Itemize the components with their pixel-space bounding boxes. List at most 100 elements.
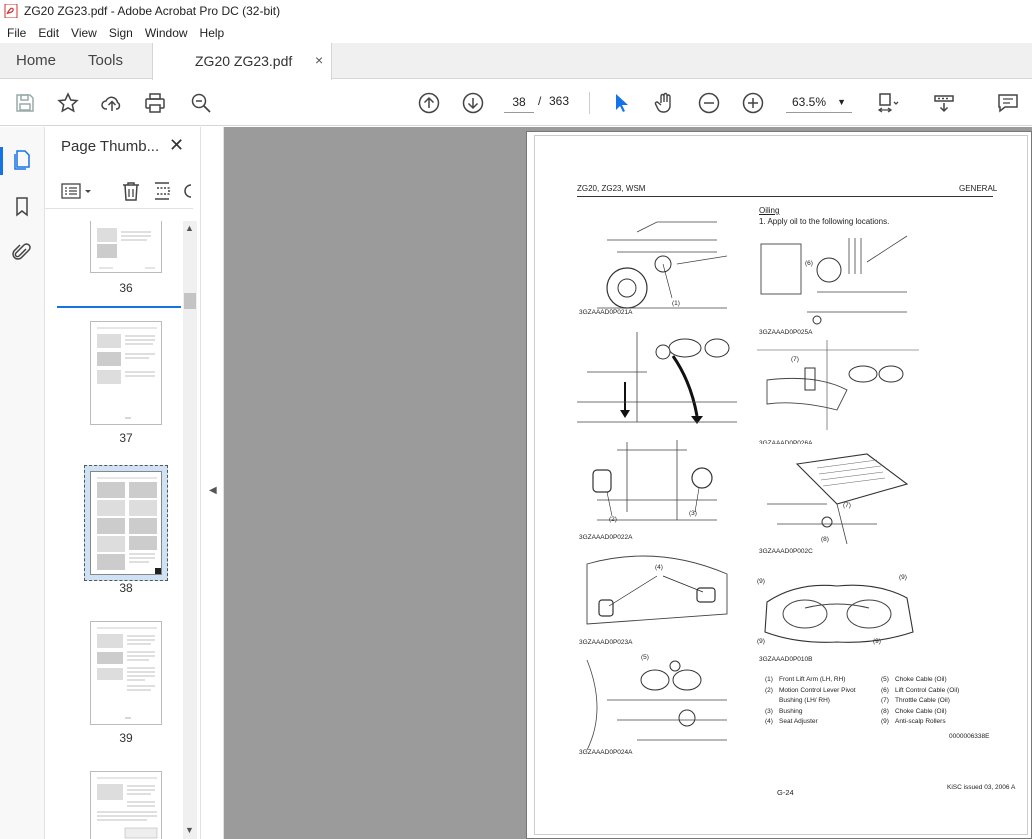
page-header-right: GENERAL (959, 184, 998, 193)
scroll-mode-icon[interactable] (932, 91, 956, 115)
acrobat-logo-icon (4, 4, 18, 18)
close-tab-icon[interactable]: × (315, 52, 323, 68)
issued-note: KiSC issued 03, 2006 A (947, 784, 1016, 791)
zoom-in-icon[interactable] (741, 91, 765, 115)
active-indicator (0, 147, 3, 175)
attachment-icon[interactable] (11, 241, 33, 263)
menu-edit[interactable]: Edit (31, 26, 64, 40)
comment-icon[interactable] (996, 91, 1020, 115)
collapse-arrow-icon[interactable]: ◀ (209, 485, 217, 496)
menu-view[interactable]: View (64, 26, 102, 40)
panel-title: Page Thumb... (61, 138, 160, 155)
thumbnail-image (90, 621, 162, 725)
pdf-page: ZG20, ZG23, WSM GENERAL Oiling 1. Apply … (526, 131, 1032, 839)
menu-sign[interactable]: Sign (102, 26, 138, 40)
figure-choke-cable: (5) (577, 650, 737, 754)
tab-home[interactable]: Home (16, 43, 56, 79)
menu-window[interactable]: Window (138, 26, 193, 40)
thumbnail-label-36: 36 (119, 281, 133, 295)
tab-tools[interactable]: Tools (88, 43, 123, 79)
thumbnail-image (90, 471, 162, 575)
menu-file[interactable]: File (0, 26, 31, 40)
print-icon[interactable] (143, 91, 167, 115)
cloud-upload-icon[interactable] (100, 91, 124, 115)
scroll-down-icon[interactable]: ▼ (185, 825, 194, 835)
delete-page-icon[interactable] (120, 180, 142, 202)
legend-left: (1) Front Lift Arm (LH, RH) (2) Motion Con… (765, 676, 856, 725)
callout: (9) (757, 638, 765, 645)
zoom-search-icon[interactable] (189, 91, 213, 115)
select-cursor-icon[interactable] (609, 91, 633, 115)
figure-code: 3GZAAAD0P022A (579, 534, 633, 541)
star-icon[interactable] (56, 91, 80, 115)
rotate-page-icon[interactable] (152, 180, 174, 202)
window-title: ZG20 ZG23.pdf - Adobe Acrobat Pro DC (32… (24, 4, 281, 18)
previous-page-icon[interactable] (417, 91, 441, 115)
thumbnail-page-39[interactable] (90, 621, 162, 725)
thumbnail-page-40[interactable] (90, 771, 162, 839)
current-page-input[interactable]: 38 (504, 91, 534, 113)
next-page-icon[interactable] (461, 91, 485, 115)
figure-throttle-cable: (7) (757, 340, 919, 430)
thumbnail-label-37: 37 (119, 431, 133, 445)
figure-anti-scalp-rollers: (9) (9) (9) (9) (757, 572, 919, 652)
drop-indicator (57, 306, 181, 308)
zoom-out-icon[interactable] (697, 91, 721, 115)
thumbnail-image (90, 221, 162, 273)
menu-bar: File Edit View Sign Window Help (0, 22, 1032, 43)
callout: (1) (672, 300, 680, 307)
callout: (9) (757, 578, 765, 585)
figure-lift-control-cable: (6) (757, 232, 919, 326)
toolbar-divider (589, 92, 590, 114)
save-icon[interactable] (13, 91, 37, 115)
header-rule (577, 196, 993, 197)
tab-bar: Home Tools ZG20 ZG23.pdf × (0, 43, 1032, 80)
thumbnail-toolbar (45, 173, 193, 209)
thumbnail-scrollbar[interactable]: ▲ ▼ (183, 221, 197, 839)
hand-tool-icon[interactable] (653, 91, 677, 115)
panel-collapse-handle[interactable]: ◀ (201, 127, 224, 839)
document-viewer: ZG20, ZG23, WSM GENERAL Oiling 1. Apply … (224, 127, 1032, 839)
thumbnail-page-37[interactable] (90, 321, 162, 425)
scrollbar-thumb[interactable] (184, 293, 196, 309)
callout: (7) (791, 356, 799, 363)
callout: (9) (899, 574, 907, 581)
tab-document[interactable]: ZG20 ZG23.pdf × (152, 43, 332, 80)
close-panel-icon[interactable]: ✕ (169, 135, 184, 156)
main-toolbar: 38 / 363 63.5% ▼ (0, 80, 1032, 126)
figure-code: 3GZAAAD0P024A (579, 749, 633, 756)
scroll-up-icon[interactable]: ▲ (185, 223, 194, 233)
section-heading: Oiling (759, 206, 780, 215)
callout: (8) (821, 536, 829, 543)
figure-air-cleaner-choke: (7) (8) (757, 444, 919, 548)
more-tools-icon[interactable] (183, 180, 193, 202)
callout: (5) (641, 654, 649, 661)
fit-page-icon[interactable] (876, 91, 900, 115)
zoom-level-select[interactable]: 63.5% ▼ (786, 91, 852, 113)
total-pages: 363 (549, 94, 570, 108)
zoom-level-value: 63.5% (792, 95, 827, 109)
callout: (9) (873, 638, 881, 645)
figure-code: 3GZAAAD0P023A (579, 639, 633, 646)
page-thumbnails-icon[interactable] (11, 149, 33, 171)
page-header-left: ZG20, ZG23, WSM (577, 184, 646, 193)
bookmark-icon[interactable] (11, 195, 33, 217)
figure-bushing-overview (577, 322, 737, 430)
page-content: ZG20, ZG23, WSM GENERAL Oiling 1. Apply … (534, 135, 1028, 835)
options-menu-icon[interactable] (61, 181, 93, 201)
callout: (4) (655, 564, 663, 571)
figure-code: 3GZAAAD0P010B (759, 656, 813, 663)
thumbnail-page-38[interactable] (90, 471, 162, 575)
title-bar: ZG20 ZG23.pdf - Adobe Acrobat Pro DC (32… (0, 0, 1032, 22)
chevron-down-icon: ▼ (837, 97, 846, 107)
thumbnail-image (90, 321, 162, 425)
figure-front-lift-arm: (1) (577, 212, 737, 316)
page-number: G-24 (777, 788, 794, 797)
navigation-rail (0, 127, 45, 839)
page-thumbnails-panel: Page Thumb... ✕ ▲ ▼ 36 37 38 39 (45, 127, 201, 839)
callout: (3) (689, 510, 697, 517)
callout: (6) (805, 260, 813, 267)
instruction-step: 1. Apply oil to the following locations. (759, 217, 890, 226)
thumbnail-label-38: 38 (119, 581, 133, 595)
menu-help[interactable]: Help (193, 26, 230, 40)
